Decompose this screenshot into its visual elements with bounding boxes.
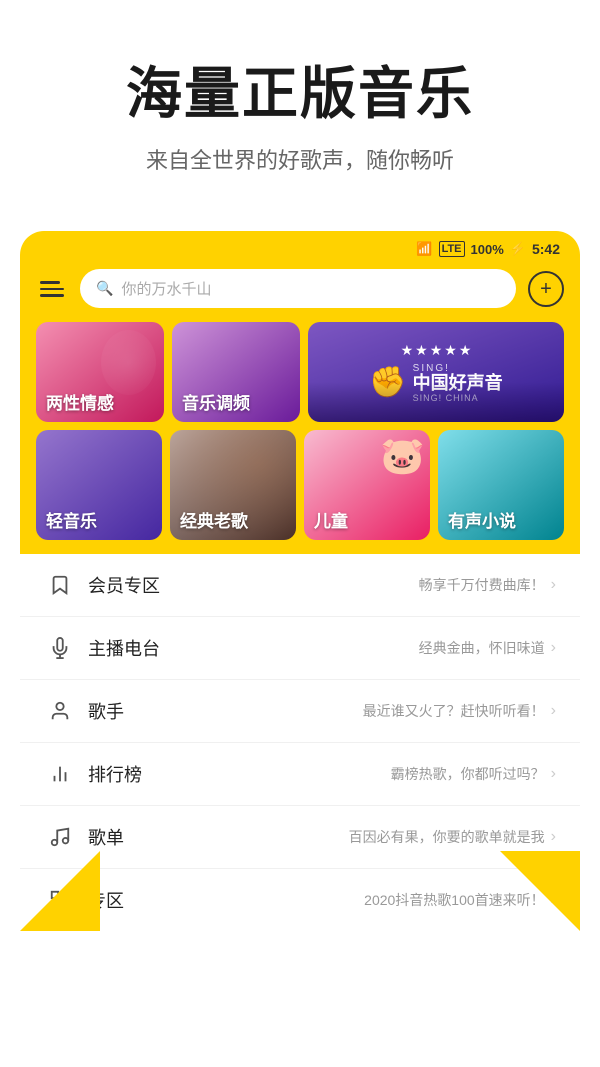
add-icon: + — [540, 279, 552, 299]
menu-item-chart[interactable]: 排行榜 霸榜热歌，你都听过吗？ › — [20, 743, 580, 806]
star-4: ★ — [444, 342, 457, 359]
search-row: 🔍 你的万水千山 + — [20, 263, 580, 322]
menu-line-1 — [40, 281, 60, 284]
card-qing-label: 轻音乐 — [36, 499, 107, 540]
menu-item-radio[interactable]: 主播电台 经典金曲，怀旧味道 › — [20, 617, 580, 680]
card-ertong[interactable]: 🐷 儿童 — [304, 430, 430, 540]
search-icon: 🔍 — [96, 280, 113, 297]
ertong-icon: 🐷 — [380, 435, 425, 477]
lte-badge: LTE — [439, 241, 465, 257]
main-title: 海量正版音乐 — [40, 60, 560, 127]
chart-arrow: › — [551, 765, 556, 783]
menu-line-2 — [40, 288, 64, 291]
playlist-arrow: › — [551, 828, 556, 846]
battery-icon: ⚡ — [510, 241, 526, 257]
subtitle: 来自全世界的好歌声，随你畅听 — [40, 143, 560, 175]
chart-icon — [44, 763, 76, 785]
card-yousheng-label: 有声小说 — [438, 499, 526, 540]
playlist-desc: 百因必有果，你要的歌单就是我 — [349, 827, 545, 847]
card-liangxing[interactable]: 两性情感 — [36, 322, 164, 422]
chart-label: 排行榜 — [88, 761, 158, 787]
card-liangxing-label: 两性情感 — [36, 381, 124, 422]
hsy-en-top: SING! — [413, 363, 503, 374]
artist-desc: 最近谁又火了？赶快听听看！ — [363, 701, 545, 721]
radio-label: 主播电台 — [88, 635, 160, 661]
clock-time: 5:42 — [532, 241, 560, 257]
grid-row-1: 两性情感 音乐调频 ★ ★ ★ ★ ★ ✊ — [36, 322, 564, 422]
music-grid: 两性情感 音乐调频 ★ ★ ★ ★ ★ ✊ — [20, 322, 580, 554]
app-mockup: 📶 LTE 100% ⚡ 5:42 🔍 你的万水千山 + — [20, 231, 580, 931]
playlist-icon — [44, 826, 76, 848]
search-bar[interactable]: 🔍 你的万水千山 — [80, 269, 516, 308]
radio-arrow: › — [551, 639, 556, 657]
card-jingdian-label: 经典老歌 — [170, 499, 258, 540]
menu-item-playlist[interactable]: 歌单 百因必有果，你要的歌单就是我 › — [20, 806, 580, 869]
radio-icon — [44, 637, 76, 659]
card-yinyue-label: 音乐调频 — [172, 381, 260, 422]
artist-icon — [44, 700, 76, 722]
menu-line-3 — [40, 294, 64, 297]
vip-desc: 畅享千万付费曲库！ — [419, 575, 545, 595]
search-placeholder-text: 你的万水千山 — [121, 278, 211, 299]
battery-percent: 100% — [471, 242, 504, 257]
menu-item-vip[interactable]: 会员专区 畅享千万付费曲库！ › — [20, 554, 580, 617]
menu-item-zone[interactable]: 专区 2020抖音热歌100首速来听！ › — [20, 869, 580, 931]
star-3: ★ — [430, 342, 443, 359]
radio-desc: 经典金曲，怀旧味道 — [419, 638, 545, 658]
top-hero-section: 海量正版音乐 来自全世界的好歌声，随你畅听 — [0, 0, 600, 215]
card-ertong-label: 儿童 — [304, 499, 358, 540]
menu-item-artist[interactable]: 歌手 最近谁又火了？赶快听听看！ › — [20, 680, 580, 743]
status-bar: 📶 LTE 100% ⚡ 5:42 — [20, 231, 580, 263]
grid-row-2: 轻音乐 经典老歌 🐷 儿童 有声小说 — [36, 430, 564, 540]
artist-label: 歌手 — [88, 698, 158, 724]
menu-list-area: 会员专区 畅享千万付费曲库！ › 主播电台 经典金曲，怀旧味道 › — [20, 554, 580, 931]
hsy-stars: ★ ★ ★ ★ ★ — [401, 342, 472, 359]
add-button[interactable]: + — [528, 271, 564, 307]
card-jingdian[interactable]: 经典老歌 — [170, 430, 296, 540]
signal-icon: 📶 — [416, 241, 432, 257]
card-haoShengYin[interactable]: ★ ★ ★ ★ ★ ✊ SING! 中国好声音 SING! CHINA — [308, 322, 564, 422]
card-yinyue[interactable]: 音乐调频 — [172, 322, 300, 422]
vip-arrow: › — [551, 576, 556, 594]
menu-button[interactable] — [36, 277, 68, 301]
vip-label: 会员专区 — [88, 572, 160, 598]
deco-left — [20, 851, 100, 931]
chart-desc: 霸榜热歌，你都听过吗？ — [391, 764, 545, 784]
star-5: ★ — [459, 342, 472, 359]
vip-icon — [44, 574, 76, 596]
menu-list: 会员专区 畅享千万付费曲库！ › 主播电台 经典金曲，怀旧味道 › — [20, 554, 580, 931]
star-1: ★ — [401, 342, 414, 359]
card-qing[interactable]: 轻音乐 — [36, 430, 162, 540]
artist-arrow: › — [551, 702, 556, 720]
card-yousheng[interactable]: 有声小说 — [438, 430, 564, 540]
star-2: ★ — [415, 342, 428, 359]
hsy-overlay — [308, 382, 564, 422]
deco-right — [500, 851, 580, 931]
playlist-label: 歌单 — [88, 824, 158, 850]
